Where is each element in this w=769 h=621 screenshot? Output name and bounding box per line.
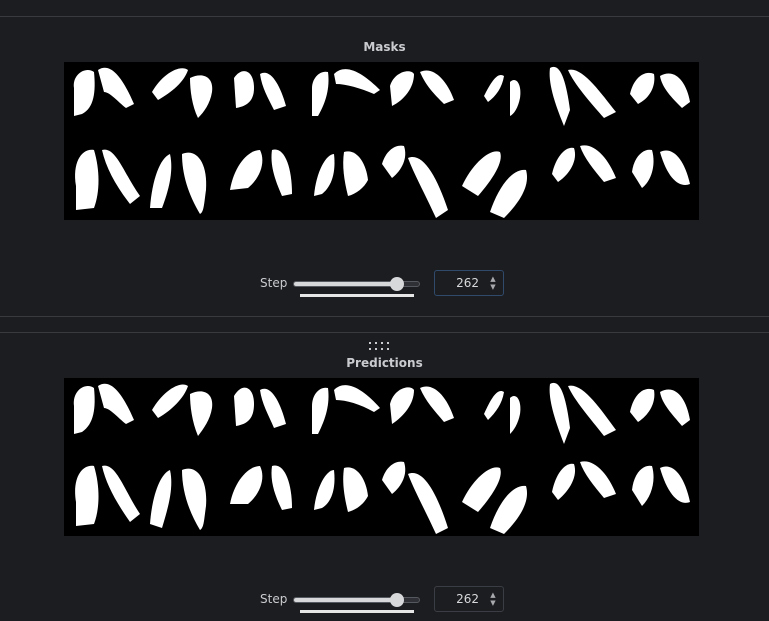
slider-thumb[interactable]	[390, 277, 404, 291]
slider-thumb[interactable]	[390, 593, 404, 607]
masks-grid-svg	[73, 66, 690, 218]
step-label: Step	[260, 592, 288, 606]
predictions-grid-svg	[73, 382, 690, 534]
step-value[interactable]: 262	[456, 276, 479, 290]
middle-divider	[0, 316, 769, 317]
top-divider	[0, 16, 769, 17]
step-number-input[interactable]: 262 ▲ ▼	[434, 270, 504, 296]
step-control: Step 262 ▲ ▼	[0, 586, 769, 614]
spinner-arrows-icon[interactable]: ▲ ▼	[489, 275, 497, 291]
slider-fill	[294, 598, 402, 602]
slider-underline	[300, 610, 414, 613]
step-label: Step	[260, 276, 288, 290]
step-value[interactable]: 262	[456, 592, 479, 606]
predictions-grid-image	[64, 378, 699, 536]
slider-fill	[294, 282, 402, 286]
app-root: Masks Step 262 ▲ ▼ Predictions Step 262 …	[0, 0, 769, 621]
step-slider[interactable]	[293, 277, 421, 291]
panel-title: Masks	[363, 40, 406, 54]
panel-title: Predictions	[346, 356, 423, 370]
drag-handle-icon[interactable]	[369, 342, 393, 352]
step-slider[interactable]	[293, 593, 421, 607]
slider-underline	[300, 294, 414, 297]
step-control: Step 262 ▲ ▼	[0, 270, 769, 298]
panel-divider	[0, 332, 769, 333]
masks-grid-image	[64, 62, 699, 220]
step-number-input[interactable]: 262 ▲ ▼	[434, 586, 504, 612]
spinner-arrows-icon[interactable]: ▲ ▼	[489, 591, 497, 607]
